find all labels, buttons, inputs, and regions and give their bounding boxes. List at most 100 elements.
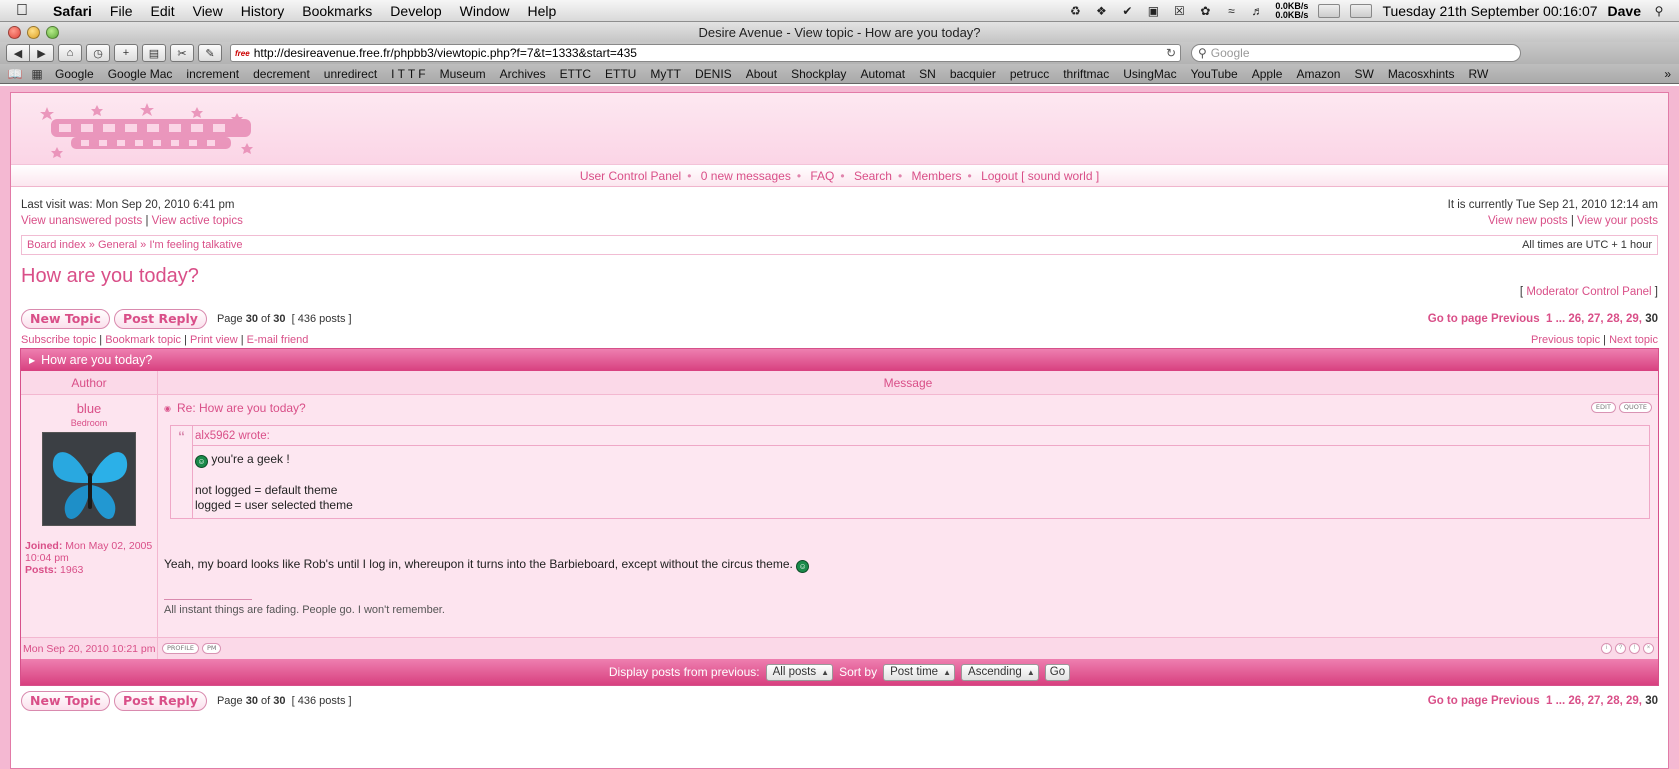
bookmark-item[interactable]: thriftmac <box>1056 67 1116 81</box>
bookmark-item[interactable]: petrucc <box>1003 67 1056 81</box>
bookmark-item[interactable]: decrement <box>246 67 317 81</box>
next-topic-link[interactable]: Next topic <box>1609 334 1658 346</box>
new-topic-button[interactable]: New Topic <box>21 309 110 329</box>
user-menu[interactable]: Dave <box>1608 3 1641 19</box>
address-bar[interactable]: free http://desireavenue.free.fr/phpbb3/… <box>230 44 1181 62</box>
url-text[interactable]: http://desireavenue.free.fr/phpbb3/viewt… <box>254 46 1166 60</box>
minimize-window-button[interactable] <box>27 25 40 39</box>
page-link[interactable]: 26, <box>1568 313 1584 325</box>
bookmark-item[interactable]: YouTube <box>1184 67 1245 81</box>
edit-button[interactable]: ✎ <box>198 44 222 62</box>
bookmark-item[interactable]: ETTC <box>553 67 598 81</box>
checkmark-icon[interactable]: ✔ <box>1119 4 1135 18</box>
previous-page-link[interactable]: Previous <box>1491 695 1540 707</box>
warn-icon[interactable]: × <box>1643 643 1654 654</box>
bookmark-item[interactable]: I T T F <box>384 67 432 81</box>
zoom-window-button[interactable] <box>46 25 59 39</box>
close-window-button[interactable] <box>8 25 21 39</box>
subscribe-link[interactable]: Subscribe topic <box>21 334 96 346</box>
forward-button[interactable]: ▶ <box>30 44 54 62</box>
page-link[interactable]: 27, <box>1588 695 1604 707</box>
info-icon[interactable]: i <box>1601 643 1612 654</box>
bookmark-item[interactable]: RW <box>1462 67 1496 81</box>
bookmark-item[interactable]: UsingMac <box>1116 67 1183 81</box>
page-link[interactable]: 1 <box>1546 695 1552 707</box>
report-icon[interactable]: ! <box>1629 643 1640 654</box>
battery-icon-2[interactable] <box>1350 4 1373 18</box>
back-button[interactable]: ◀ <box>6 44 30 62</box>
bookmark-item[interactable]: Google Mac <box>101 67 180 81</box>
unanswered-link[interactable]: View unanswered posts <box>21 215 142 227</box>
email-friend-link[interactable]: E-mail friend <box>247 334 309 346</box>
bookmark-item[interactable]: Archives <box>493 67 553 81</box>
page-link[interactable]: 27, <box>1588 313 1604 325</box>
page-link[interactable]: 29, <box>1626 313 1642 325</box>
page-link[interactable]: 28, <box>1607 695 1623 707</box>
menu-develop[interactable]: Develop <box>381 3 450 19</box>
goto-page-label[interactable]: Go to page <box>1428 695 1488 707</box>
bookmark-item[interactable]: SN <box>912 67 943 81</box>
author-name[interactable]: blue <box>21 401 157 416</box>
sync-icon[interactable]: ♻ <box>1067 4 1083 18</box>
reading-list-icon[interactable]: 📖 <box>4 67 26 81</box>
faq-link[interactable]: FAQ <box>810 169 834 183</box>
mcp-link[interactable]: Moderator Control Panel <box>1526 286 1651 298</box>
spotlight-icon[interactable]: ⚲ <box>1651 4 1667 18</box>
page-link[interactable]: 1 <box>1546 313 1552 325</box>
forum-logo[interactable] <box>37 103 267 163</box>
bookmark-item[interactable]: Museum <box>433 67 493 81</box>
new-posts-link[interactable]: View new posts <box>1488 215 1568 227</box>
messages-link[interactable]: 0 new messages <box>701 169 791 183</box>
help-icon[interactable]: ? <box>1615 643 1626 654</box>
menu-app[interactable]: Safari <box>44 3 101 19</box>
bookmark-item[interactable]: About <box>739 67 784 81</box>
screenshot-button[interactable]: ✂ <box>170 44 194 62</box>
new-topic-button[interactable]: New Topic <box>21 691 110 711</box>
breadcrumb-general[interactable]: General <box>98 239 137 251</box>
menu-window[interactable]: Window <box>451 3 519 19</box>
bookmark-item[interactable]: increment <box>179 67 246 81</box>
bookmark-item[interactable]: Automat <box>853 67 912 81</box>
quote-button[interactable]: QUOTE <box>1618 402 1652 413</box>
go-button[interactable]: Go <box>1044 663 1071 681</box>
page-link[interactable]: 28, <box>1607 313 1623 325</box>
bookmark-item[interactable]: DENIS <box>688 67 739 81</box>
x11-icon[interactable]: ☒ <box>1171 4 1187 18</box>
profile-button[interactable]: PROFILE <box>162 643 199 654</box>
wifi-icon[interactable]: ≈ <box>1223 4 1239 18</box>
menu-history[interactable]: History <box>232 3 294 19</box>
bookmark-item[interactable]: Amazon <box>1289 67 1347 81</box>
battery-icon[interactable] <box>1318 4 1341 18</box>
sort-by-select[interactable]: Post time ▲ <box>883 663 956 681</box>
search-field[interactable]: ⚲ Google <box>1191 44 1521 62</box>
page-title[interactable]: How are you today? <box>11 255 1668 288</box>
breadcrumb-forum[interactable]: I'm feeling talkative <box>149 239 242 251</box>
bookmark-item[interactable]: SW <box>1347 67 1380 81</box>
menu-edit[interactable]: Edit <box>141 3 183 19</box>
pm-button[interactable]: PM <box>201 643 222 654</box>
breadcrumb-board-index[interactable]: Board index <box>27 239 86 251</box>
finder-icon[interactable]: ▣ <box>1145 4 1161 18</box>
post-subject-text[interactable]: Re: How are you today? <box>177 401 306 415</box>
previous-page-link[interactable]: Previous <box>1491 313 1540 325</box>
page-link[interactable]: 29, <box>1626 695 1642 707</box>
search-link[interactable]: Search <box>854 169 892 183</box>
bookmark-item[interactable]: Apple <box>1245 67 1290 81</box>
dropbox-icon[interactable]: ❖ <box>1093 4 1109 18</box>
display-from-select[interactable]: All posts ▲ <box>765 663 834 681</box>
goto-page-label[interactable]: Go to page <box>1428 313 1488 325</box>
add-bookmark-button[interactable]: + <box>114 44 138 62</box>
print-link[interactable]: Print view <box>190 334 238 346</box>
volume-icon[interactable]: ♬ <box>1249 4 1265 18</box>
paw-icon[interactable]: ✿ <box>1197 4 1213 18</box>
clock[interactable]: Tuesday 21th September 00:16:07 <box>1382 3 1597 19</box>
menu-file[interactable]: File <box>101 3 142 19</box>
bookmark-item[interactable]: Shockplay <box>784 67 853 81</box>
apple-menu-icon[interactable]:  <box>0 2 44 20</box>
bookmark-link[interactable]: Bookmark topic <box>105 334 181 346</box>
bookmark-item[interactable]: Macosxhints <box>1381 67 1462 81</box>
menu-bookmarks[interactable]: Bookmarks <box>293 3 381 19</box>
bookmark-item[interactable]: ETTU <box>598 67 643 81</box>
edit-button[interactable]: EDIT <box>1590 402 1616 413</box>
home-button[interactable]: ⌂ <box>58 44 82 62</box>
